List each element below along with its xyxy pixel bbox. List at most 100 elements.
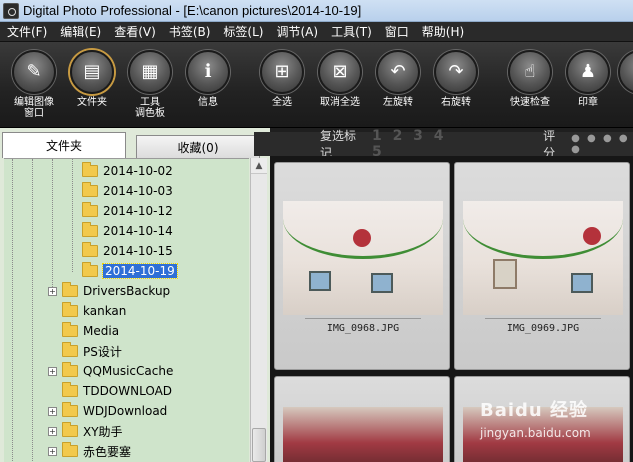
tree-item-label: 2014-10-12 bbox=[103, 204, 173, 218]
thumbnail-filename: IMG_0968.JPG bbox=[326, 323, 400, 334]
camera-app-icon bbox=[3, 2, 19, 19]
tree-item[interactable]: Media bbox=[62, 321, 119, 341]
folder-icon bbox=[62, 302, 78, 317]
app-window: Digital Photo Professional - [E:\canon p… bbox=[0, 0, 633, 462]
edit-window-icon: ✎ bbox=[12, 50, 56, 94]
select-all-button[interactable]: ⊞ 全选 bbox=[252, 46, 312, 108]
more-tools-button[interactable] bbox=[612, 46, 633, 94]
tree-item-label: 赤色要塞 bbox=[83, 444, 132, 459]
menu-bookmark[interactable]: 书签(B) bbox=[162, 23, 217, 40]
divider bbox=[305, 318, 421, 319]
title-bar: Digital Photo Professional - [E:\canon p… bbox=[0, 0, 633, 22]
tree-item-label: DriversBackup bbox=[83, 284, 171, 298]
photo-thumbnail bbox=[463, 201, 623, 315]
tree-item[interactable]: + WDJDownload bbox=[48, 401, 167, 421]
tab-favorites[interactable]: 收藏(0) bbox=[136, 135, 260, 158]
expand-icon[interactable]: + bbox=[48, 406, 57, 416]
tree-item-label: WDJDownload bbox=[83, 404, 168, 418]
more-tools-icon bbox=[618, 50, 633, 94]
expand-icon[interactable]: + bbox=[48, 426, 57, 436]
divider bbox=[485, 318, 601, 319]
edit-window-label: 编辑图像 窗口 bbox=[14, 97, 54, 119]
room-window bbox=[371, 273, 393, 293]
folder-icon bbox=[62, 382, 78, 397]
folder-icon bbox=[62, 422, 78, 437]
folder-icon bbox=[82, 182, 98, 197]
tree-item[interactable]: kankan bbox=[62, 301, 126, 321]
tree-item[interactable]: 2014-10-12 bbox=[82, 201, 173, 221]
folder-icon bbox=[62, 402, 78, 417]
thumbnail-card[interactable] bbox=[274, 376, 450, 462]
quick-check-button[interactable]: ☝ 快速检查 bbox=[500, 46, 560, 108]
tree-item[interactable]: 2014-10-02 bbox=[82, 161, 173, 181]
tree-item[interactable]: + DriversBackup bbox=[48, 281, 170, 301]
tab-folders[interactable]: 文件夹 bbox=[2, 132, 126, 158]
menu-window[interactable]: 窗口 bbox=[378, 23, 415, 40]
rotate-right-icon: ↷ bbox=[434, 50, 478, 94]
select-all-icon: ⊞ bbox=[260, 50, 304, 94]
print-button[interactable]: ♟ 印章 bbox=[558, 46, 618, 108]
stamp-icon: ♟ bbox=[566, 50, 610, 94]
folder-icon bbox=[82, 242, 98, 257]
tree-item[interactable]: 2014-10-15 bbox=[82, 241, 173, 261]
expand-icon[interactable]: + bbox=[48, 366, 57, 376]
rotate-right-button[interactable]: ↷ 右旋转 bbox=[426, 46, 486, 108]
menu-tools[interactable]: 工具(T) bbox=[324, 23, 378, 40]
filter-header: 复选标记 1 2 3 4 5 评分 ● ● ● ● ● bbox=[254, 128, 633, 160]
tree-item[interactable]: + 赤色要塞 bbox=[48, 441, 131, 461]
expand-icon[interactable]: + bbox=[48, 286, 57, 296]
tree-item[interactable]: + XY助手 bbox=[48, 421, 123, 441]
photo-thumbnail bbox=[283, 201, 443, 315]
tree-item[interactable]: TDDOWNLOAD bbox=[62, 381, 172, 401]
tree-item-label: QQMusicCache bbox=[83, 364, 174, 378]
ornament-decoration bbox=[583, 227, 601, 245]
folder-icon bbox=[62, 362, 78, 377]
menu-view[interactable]: 查看(V) bbox=[107, 23, 162, 40]
rotate-right-label: 右旋转 bbox=[441, 97, 471, 108]
info-button[interactable]: ℹ 信息 bbox=[178, 46, 238, 108]
tool-palette-label: 工具 调色板 bbox=[135, 97, 165, 119]
menu-bar: 文件(F) 编辑(E) 查看(V) 书签(B) 标签(L) 调节(A) 工具(T… bbox=[0, 22, 633, 42]
room-window bbox=[571, 273, 593, 293]
tree-guide-line bbox=[72, 159, 73, 272]
watermark-url: jingyan.baidu.com bbox=[480, 426, 591, 440]
deselect-all-label: 取消全选 bbox=[320, 97, 360, 108]
tree-item-selected[interactable]: 2014-10-19 bbox=[82, 261, 178, 281]
info-label: 信息 bbox=[198, 97, 218, 108]
rotate-left-button[interactable]: ↶ 左旋转 bbox=[368, 46, 428, 108]
edit-window-button[interactable]: ✎ 编辑图像 窗口 bbox=[4, 46, 64, 119]
tool-palette-icon: ▦ bbox=[128, 50, 172, 94]
ornament-decoration bbox=[353, 229, 371, 247]
quick-check-label: 快速检查 bbox=[510, 97, 550, 108]
menu-help[interactable]: 帮助(H) bbox=[415, 23, 470, 40]
expand-icon[interactable]: + bbox=[48, 446, 57, 456]
folder-icon bbox=[82, 262, 98, 277]
tree-item[interactable]: + QQMusicCache bbox=[48, 361, 173, 381]
rating-dots[interactable]: ● ● ● ● ● bbox=[571, 133, 633, 155]
scroll-thumb[interactable] bbox=[252, 428, 266, 462]
tree-scrollbar[interactable]: ▲ bbox=[250, 158, 267, 462]
folder-panel: 文件夹 收藏(0) 2014-10-02 2014-10-03 2014-10-… bbox=[0, 128, 270, 462]
folder-button[interactable]: ▤ 文件夹 bbox=[62, 46, 122, 108]
deselect-all-icon: ⊠ bbox=[318, 50, 362, 94]
tree-item[interactable]: PS设计 bbox=[62, 341, 122, 361]
tree-item-label: 2014-10-19 bbox=[102, 263, 178, 279]
watermark-brand: Baidu 经验 bbox=[480, 400, 589, 421]
menu-adjust[interactable]: 调节(A) bbox=[269, 23, 324, 40]
menu-edit[interactable]: 编辑(E) bbox=[53, 23, 107, 40]
menu-label[interactable]: 标签(L) bbox=[216, 23, 269, 40]
deselect-all-button[interactable]: ⊠ 取消全选 bbox=[310, 46, 370, 108]
tree-guide-line bbox=[12, 159, 13, 462]
thumbnail-card[interactable]: IMG_0969.JPG bbox=[454, 162, 630, 370]
rotate-left-label: 左旋转 bbox=[383, 97, 413, 108]
tree-item[interactable]: 2014-10-03 bbox=[82, 181, 173, 201]
info-icon: ℹ bbox=[186, 50, 230, 94]
scroll-up-arrow-icon[interactable]: ▲ bbox=[251, 158, 267, 174]
tree-item-label: 2014-10-02 bbox=[103, 164, 173, 178]
tool-palette-button[interactable]: ▦ 工具 调色板 bbox=[120, 46, 180, 119]
menu-file[interactable]: 文件(F) bbox=[0, 23, 53, 40]
tree-item[interactable]: 2014-10-14 bbox=[82, 221, 173, 241]
thumbnail-card[interactable]: IMG_0968.JPG bbox=[274, 162, 450, 370]
folder-label: 文件夹 bbox=[77, 97, 107, 108]
select-all-label: 全选 bbox=[272, 97, 292, 108]
